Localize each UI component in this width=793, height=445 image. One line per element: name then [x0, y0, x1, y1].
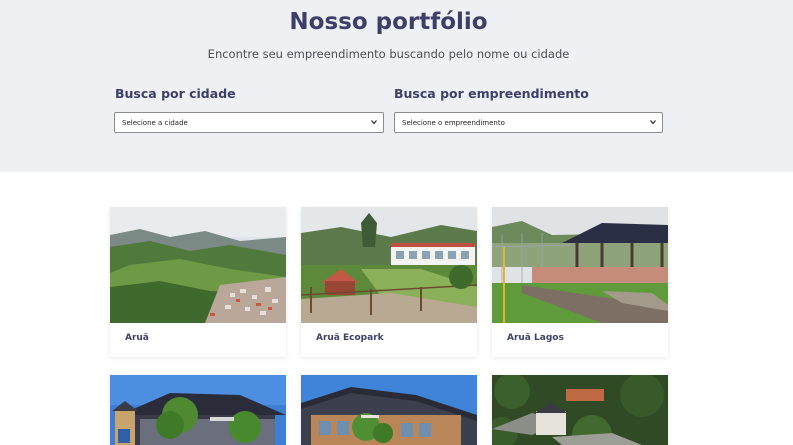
project-name: Aruã: [125, 333, 149, 343]
city-select-value: Selecione a cidade: [122, 119, 188, 127]
chevron-down-icon: [650, 120, 656, 125]
project-select[interactable]: Selecione o empreendimento: [394, 112, 663, 133]
sports-court-pavilion-image: [492, 207, 668, 323]
project-card[interactable]: [110, 375, 286, 445]
project-card[interactable]: [492, 375, 668, 445]
project-card-arua[interactable]: Aruã: [110, 207, 286, 357]
chevron-down-icon: [371, 120, 377, 125]
page-subtitle: Encontre seu empreendimento buscando pel…: [207, 47, 570, 61]
project-photo: [301, 375, 477, 445]
mountain-town-landscape-image: [110, 207, 286, 323]
project-photo: [110, 207, 286, 323]
project-photo: [301, 207, 477, 323]
clubhouse-facade-image: [301, 375, 477, 445]
page-title: Nosso portfólio: [289, 9, 488, 35]
clubhouse-garden-image: [301, 207, 477, 323]
city-select[interactable]: Selecione a cidade: [114, 112, 384, 133]
city-filter-label: Busca por cidade: [115, 86, 236, 101]
project-card-arua-ecopark[interactable]: Aruã Ecopark: [301, 207, 477, 357]
project-name: Aruã Lagos: [507, 333, 564, 343]
project-card[interactable]: [301, 375, 477, 445]
project-select-value: Selecione o empreendimento: [402, 119, 505, 127]
aerial-forest-house-image: [492, 375, 668, 445]
house-with-trees-image: [110, 375, 286, 445]
project-card-arua-lagos[interactable]: Aruã Lagos: [492, 207, 668, 357]
project-photo: [492, 375, 668, 445]
project-name: Aruã Ecopark: [316, 333, 384, 343]
portfolio-search-section: Nosso portfólio Encontre seu empreendime…: [0, 0, 793, 172]
project-filter-label: Busca por empreendimento: [394, 86, 589, 101]
project-photo: [492, 207, 668, 323]
project-photo: [110, 375, 286, 445]
